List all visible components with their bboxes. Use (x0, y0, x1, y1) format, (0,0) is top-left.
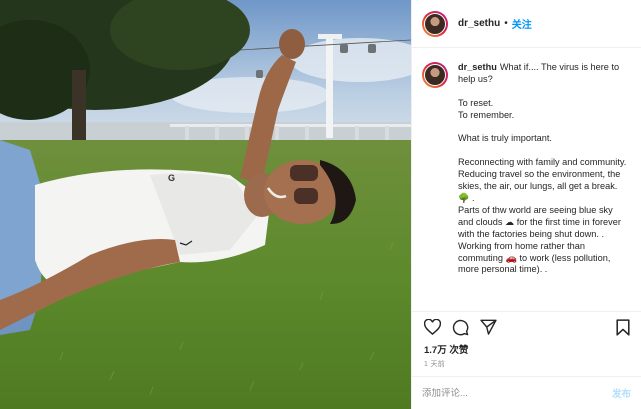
separator-dot: • (504, 18, 508, 29)
likes-count[interactable]: 1.7万 次赞 (424, 342, 468, 356)
post-timestamp[interactable]: 1 天前 (424, 359, 445, 369)
username-link[interactable]: dr_sethu (458, 18, 500, 29)
post-header: dr_sethu • 关注 (412, 0, 641, 48)
caption-row: dr_sethu What if.... The virus is here to… (422, 62, 629, 276)
like-button[interactable] (422, 317, 442, 337)
caption: dr_sethu What if.... The virus is here to… (458, 62, 628, 276)
avatar-image (424, 64, 446, 86)
avatar-image (424, 12, 446, 35)
heart-icon (423, 319, 441, 335)
comment-input[interactable] (422, 387, 612, 399)
comment-button[interactable] (450, 317, 470, 337)
post-side-panel: dr_sethu • 关注 dr_sethu What if.... The vi… (411, 0, 641, 409)
add-comment-form: 发布 (412, 376, 641, 409)
follow-button[interactable]: 关注 (512, 16, 532, 31)
save-button[interactable] (613, 317, 633, 337)
action-bar (422, 316, 633, 338)
bookmark-icon (616, 318, 630, 336)
svg-text:G: G (168, 173, 175, 183)
avatar[interactable] (422, 10, 448, 37)
caption-text: What if.... The virus is here to help us… (458, 62, 627, 275)
caption-avatar[interactable] (422, 62, 448, 88)
post-comment-button[interactable]: 发布 (612, 386, 631, 400)
comment-icon (452, 319, 468, 335)
share-button[interactable] (478, 317, 498, 337)
photo-man-lying-on-grass: G (0, 0, 411, 409)
caption-username[interactable]: dr_sethu (458, 62, 497, 72)
paper-plane-icon (479, 319, 497, 335)
post-photo[interactable]: G (0, 0, 411, 409)
comments-section[interactable]: dr_sethu What if.... The virus is here to… (412, 48, 641, 312)
